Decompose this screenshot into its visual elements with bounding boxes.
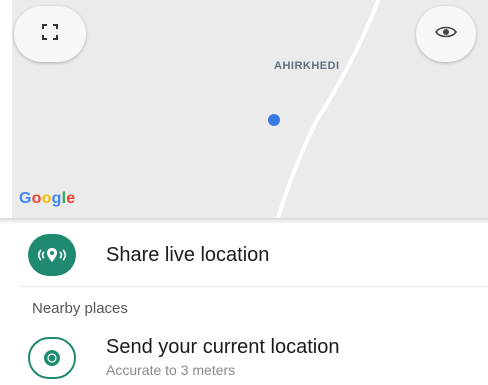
send-current-location-item[interactable]: Send your current location Accurate to 3… xyxy=(0,332,488,382)
send-current-location-title: Send your current location xyxy=(106,336,340,358)
share-live-location-label: Share live location xyxy=(106,243,270,266)
my-location-icon xyxy=(435,24,457,45)
location-accuracy: Accurate to 3 meters xyxy=(106,362,236,378)
share-live-location-item[interactable]: Share live location xyxy=(0,228,488,282)
nearby-places-header: Nearby places xyxy=(32,300,128,317)
fullscreen-icon xyxy=(42,23,58,45)
place-label: AHIRKHEDI xyxy=(274,60,340,72)
location-picker-screen: AHIRKHEDI Google Share live location Nea… xyxy=(0,0,488,385)
my-location-button[interactable] xyxy=(416,6,476,62)
fullscreen-button[interactable] xyxy=(14,6,86,62)
current-location-dot xyxy=(268,114,280,126)
google-logo: Google xyxy=(19,190,76,207)
map-view[interactable]: AHIRKHEDI Google xyxy=(12,0,488,218)
live-location-icon xyxy=(28,234,76,276)
map-divider xyxy=(0,218,488,224)
divider xyxy=(20,286,488,287)
current-location-icon xyxy=(28,337,76,379)
